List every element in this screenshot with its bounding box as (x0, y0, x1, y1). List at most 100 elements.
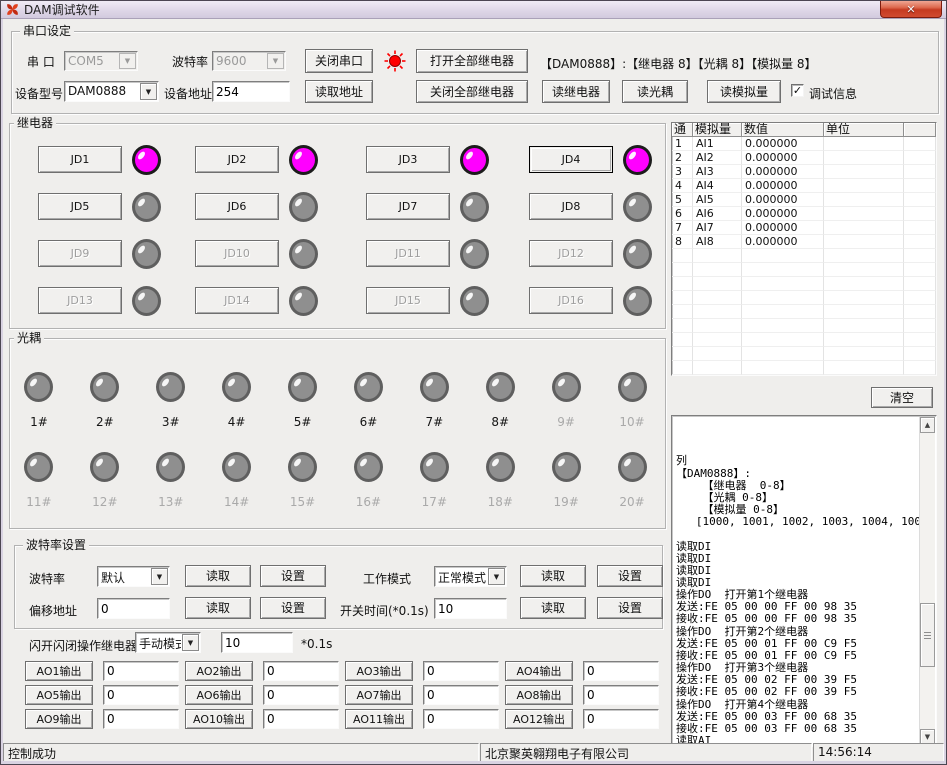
close-button[interactable]: ✕ (880, 1, 942, 18)
table-row[interactable]: 4 AI4 0.000000 (672, 179, 936, 193)
open-all-relays-button[interactable]: 打开全部继电器 (416, 49, 528, 73)
opto-indicator-led (222, 452, 251, 482)
ao-output-input[interactable] (263, 685, 339, 705)
relay-button[interactable]: JD16 (529, 287, 613, 314)
ao-output-input[interactable] (583, 661, 659, 681)
workmode-read-button[interactable]: 读取 (520, 565, 586, 587)
ao-output-button[interactable]: AO5输出 (25, 685, 93, 705)
cell-extra (904, 235, 936, 249)
opto-indicator-led (288, 452, 317, 482)
ao-output-input[interactable] (583, 709, 659, 729)
ao-output-input[interactable] (103, 709, 179, 729)
close-serial-button[interactable]: 关闭串口 (305, 49, 373, 73)
switch-time-input[interactable] (434, 598, 507, 619)
close-all-relays-button[interactable]: 关闭全部继电器 (416, 80, 528, 103)
clear-log-button[interactable]: 清空 (871, 387, 933, 408)
opto-label: 9# (557, 415, 575, 429)
relay-button[interactable]: JD12 (529, 240, 613, 267)
relay-button[interactable]: JD15 (366, 287, 450, 314)
offset-set-button[interactable]: 设置 (260, 597, 326, 619)
switch-time-set-button[interactable]: 设置 (597, 597, 663, 619)
baudrate-read-button[interactable]: 读取 (185, 565, 251, 587)
ao-output-button[interactable]: AO2输出 (185, 661, 253, 681)
ao-output-input[interactable] (423, 661, 499, 681)
device-model-select[interactable]: DAM0888 ▼ (64, 81, 159, 102)
flash-time-input[interactable] (221, 632, 293, 653)
cell-value: 0.000000 (742, 137, 824, 151)
table-row[interactable]: 2 AI2 0.000000 (672, 151, 936, 165)
ao-output-button[interactable]: AO6输出 (185, 685, 253, 705)
table-row[interactable] (672, 263, 936, 277)
relay-button[interactable]: JD13 (38, 287, 122, 314)
relay-button[interactable]: JD6 (195, 193, 279, 220)
workmode-select[interactable]: 正常模式 ▼ (434, 566, 507, 587)
baudrate-select[interactable]: 9600 ▼ (212, 51, 286, 71)
ao-output-button[interactable]: AO8输出 (505, 685, 573, 705)
baudrate-setting-select[interactable]: 默认 ▼ (97, 566, 170, 587)
relay-button[interactable]: JD3 (366, 146, 450, 173)
ao-output-button[interactable]: AO12输出 (505, 709, 573, 729)
ao-output-button[interactable]: AO3输出 (345, 661, 413, 681)
ao-output-button[interactable]: AO9输出 (25, 709, 93, 729)
table-row[interactable]: 6 AI6 0.000000 (672, 207, 936, 221)
opto-group: 光耦 1# 2# 3# 4# (9, 338, 666, 529)
ao-output-button[interactable]: AO1输出 (25, 661, 93, 681)
relay-button[interactable]: JD4 (529, 146, 613, 173)
relay-button[interactable]: JD1 (38, 146, 122, 173)
table-row[interactable] (672, 277, 936, 291)
table-row[interactable]: 1 AI1 0.000000 (672, 137, 936, 151)
device-address-input[interactable] (212, 81, 290, 102)
read-analog-button[interactable]: 读模拟量 (707, 80, 781, 103)
relay-button[interactable]: JD9 (38, 240, 122, 267)
switch-time-read-button[interactable]: 读取 (520, 597, 586, 619)
chevron-down-icon: ▼ (182, 634, 199, 651)
scrollbar-thumb[interactable] (920, 603, 935, 667)
table-row[interactable]: 5 AI5 0.000000 (672, 193, 936, 207)
cell-value: 0.000000 (742, 235, 824, 249)
scroll-up-icon[interactable]: ▲ (920, 417, 935, 433)
table-row[interactable] (672, 305, 936, 319)
table-row[interactable] (672, 333, 936, 347)
table-row[interactable]: 3 AI3 0.000000 (672, 165, 936, 179)
relay-button[interactable]: JD14 (195, 287, 279, 314)
table-row[interactable] (672, 291, 936, 305)
ao-output-button[interactable]: AO4输出 (505, 661, 573, 681)
offset-address-input[interactable] (97, 598, 170, 619)
relay-button[interactable]: JD5 (38, 193, 122, 220)
workmode-set-button[interactable]: 设置 (597, 565, 663, 587)
ao-output-cell: AO11输出 (345, 709, 505, 729)
ao-output-input[interactable] (103, 661, 179, 681)
offset-read-button[interactable]: 读取 (185, 597, 251, 619)
table-row[interactable] (672, 249, 936, 263)
table-row[interactable] (672, 347, 936, 361)
table-row[interactable]: 7 AI7 0.000000 (672, 221, 936, 235)
ao-output-button[interactable]: AO7输出 (345, 685, 413, 705)
relay-button[interactable]: JD11 (366, 240, 450, 267)
table-row[interactable] (672, 319, 936, 333)
relay-button[interactable]: JD2 (195, 146, 279, 173)
relay-button[interactable]: JD7 (366, 193, 450, 220)
relay-button[interactable]: JD10 (195, 240, 279, 267)
read-opto-button[interactable]: 读光耦 (622, 80, 688, 103)
ao-output-cell: AO10输出 (185, 709, 345, 729)
read-relays-button[interactable]: 读继电器 (542, 80, 610, 103)
read-address-button[interactable]: 读取地址 (305, 80, 373, 103)
ao-output-input[interactable] (423, 709, 499, 729)
debug-info-checkbox[interactable]: ✓ (791, 84, 804, 97)
flash-mode-select[interactable]: 手动模式 ▼ (135, 632, 201, 653)
ao-output-input[interactable] (263, 709, 339, 729)
table-row[interactable] (672, 361, 936, 375)
log-panel[interactable]: 列【DAM0888】: 【继电器 0-8】 【光耦 0-8】 【模拟量 0-8】… (671, 415, 937, 747)
ao-output-button[interactable]: AO10输出 (185, 709, 253, 729)
ao-output-input[interactable] (103, 685, 179, 705)
ao-output-input[interactable] (263, 661, 339, 681)
ao-output-input[interactable] (583, 685, 659, 705)
relay-button[interactable]: JD8 (529, 193, 613, 220)
ao-output-input[interactable] (423, 685, 499, 705)
cell-extra (904, 207, 936, 221)
table-row[interactable]: 8 AI8 0.000000 (672, 235, 936, 249)
baudrate-set-button[interactable]: 设置 (260, 565, 326, 587)
log-scrollbar[interactable]: ▲ ▼ (919, 417, 935, 745)
port-select[interactable]: COM5 ▼ (64, 51, 138, 71)
ao-output-button[interactable]: AO11输出 (345, 709, 413, 729)
